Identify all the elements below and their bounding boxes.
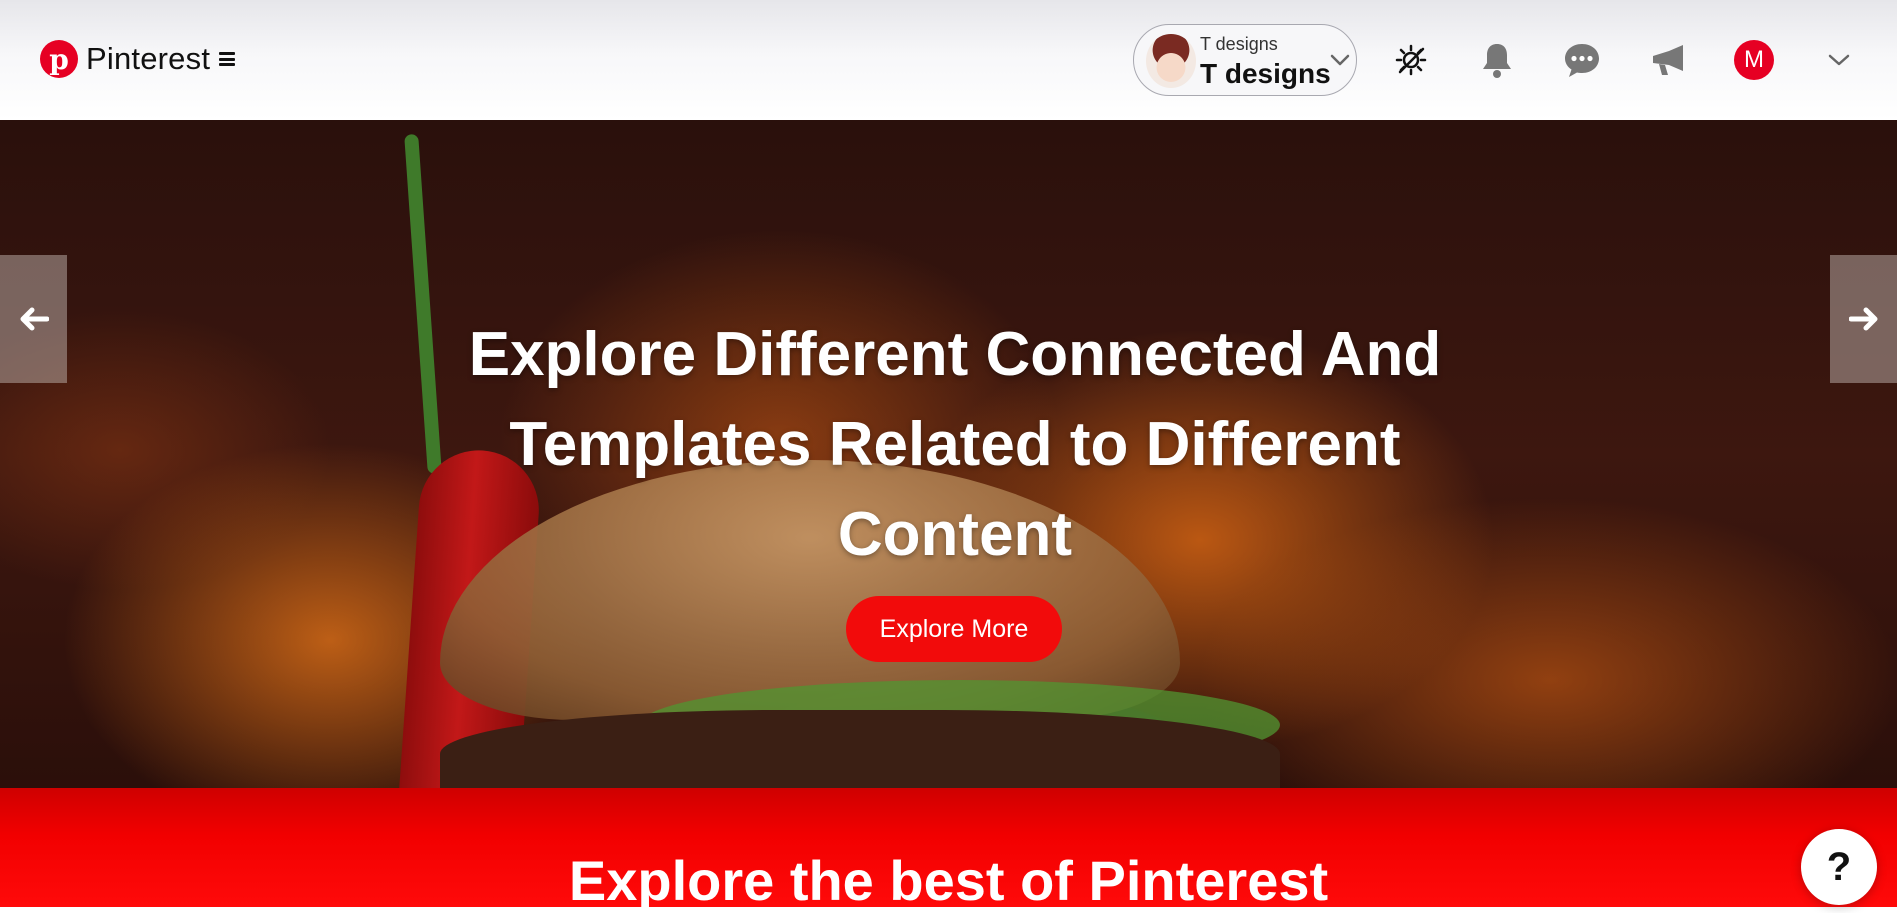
megaphone-icon[interactable]	[1648, 40, 1688, 80]
bell-icon[interactable]	[1477, 40, 1517, 80]
account-small-label: T designs	[1200, 34, 1278, 54]
menu-icon[interactable]	[219, 52, 236, 66]
hero-title: Explore Different Connected And Template…	[468, 320, 1442, 569]
pinterest-logo[interactable]: p Pinterest	[40, 40, 236, 78]
account-switcher[interactable]: T designs T designs	[1133, 24, 1357, 96]
pinterest-logo-icon: p	[40, 40, 78, 78]
arrow-left-icon	[20, 307, 49, 331]
theme-toggle-icon[interactable]	[1391, 40, 1431, 80]
arrow-right-icon	[1848, 307, 1877, 331]
help-button[interactable]: ?	[1801, 829, 1877, 905]
explore-more-button[interactable]: Explore More	[846, 596, 1062, 662]
prev-slide-button[interactable]	[0, 255, 67, 383]
hero-image-patty	[440, 710, 1280, 788]
hero-banner: Explore Different Connected And Template…	[0, 120, 1897, 788]
chevron-down-icon	[1330, 54, 1350, 66]
explore-section: Explore the best of Pinterest	[0, 788, 1897, 912]
account-name: T designs	[1200, 58, 1331, 89]
next-slide-button[interactable]	[1830, 255, 1897, 383]
top-header: p Pinterest T designs T designs M	[0, 0, 1897, 120]
brand-name: Pinterest	[86, 41, 211, 76]
section-title: Explore the best of Pinterest	[568, 849, 1329, 912]
chevron-down-icon[interactable]	[1819, 40, 1859, 80]
account-avatar	[1146, 34, 1196, 88]
chat-icon[interactable]	[1562, 40, 1602, 80]
user-avatar[interactable]: M	[1734, 40, 1774, 80]
